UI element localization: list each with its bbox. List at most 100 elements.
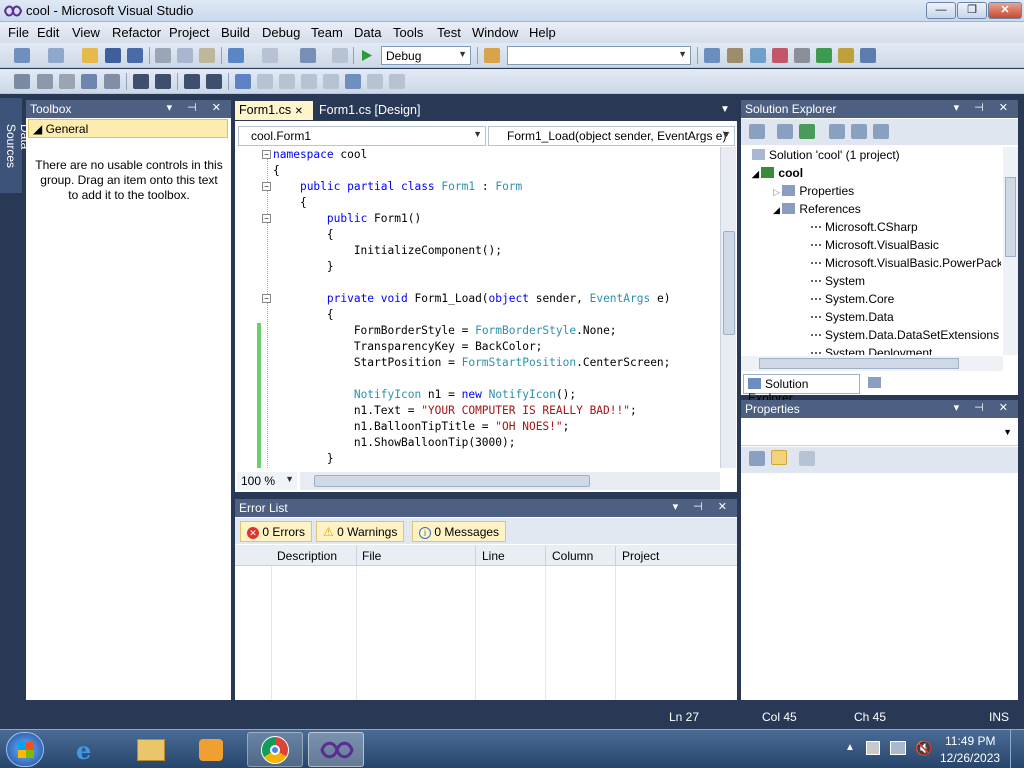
- tree-reference-item[interactable]: System: [811, 274, 865, 288]
- tree-reference-item[interactable]: System.Core: [811, 292, 894, 306]
- extension-manager-icon[interactable]: [838, 48, 854, 63]
- column-file[interactable]: File: [356, 546, 476, 566]
- tree-reference-item[interactable]: System.Deployment: [811, 346, 932, 355]
- zoom-combo[interactable]: 100 % ▼: [237, 472, 297, 490]
- object-browser-icon[interactable]: [750, 48, 766, 63]
- increase-indent-icon[interactable]: [155, 74, 171, 89]
- solution-explorer-hscroll[interactable]: [741, 356, 1003, 371]
- start-page-icon[interactable]: [816, 48, 832, 63]
- menu-view[interactable]: View: [72, 25, 100, 40]
- menu-help[interactable]: Help: [529, 25, 556, 40]
- properties-tool-icon[interactable]: [727, 48, 743, 63]
- taskbar-media-player-button[interactable]: [183, 732, 239, 767]
- taskbar-ie-button[interactable]: e: [62, 732, 118, 767]
- cut-icon[interactable]: [155, 48, 171, 63]
- errors-filter-button[interactable]: ✕ 0 Errors: [240, 521, 313, 542]
- property-pages-icon[interactable]: [799, 451, 815, 466]
- previous-bookmark-folder-icon[interactable]: [301, 74, 317, 89]
- action-center-icon[interactable]: [866, 741, 880, 755]
- redo-icon[interactable]: [262, 48, 278, 63]
- save-icon[interactable]: [105, 48, 121, 63]
- column-description[interactable]: Description: [271, 546, 357, 566]
- start-debugging-icon[interactable]: [361, 49, 373, 62]
- toolbar-options-icon[interactable]: [389, 74, 405, 89]
- members-list-icon[interactable]: [14, 74, 30, 89]
- messages-filter-button[interactable]: i 0 Messages: [412, 521, 507, 542]
- tab-solution-explorer[interactable]: Solution Explorer: [743, 374, 860, 405]
- menu-tools[interactable]: Tools: [393, 25, 423, 40]
- view-designer-icon[interactable]: [851, 124, 867, 139]
- tree-reference-item[interactable]: System.Data.DataSetExtensions: [811, 328, 999, 342]
- parameter-info-icon[interactable]: [37, 74, 53, 89]
- taskbar-chrome-button[interactable]: [247, 732, 303, 767]
- bookmark-window-icon[interactable]: [367, 74, 383, 89]
- tree-properties[interactable]: ▷ Properties: [773, 184, 854, 198]
- outline-collapse-icon[interactable]: −: [262, 294, 271, 303]
- data-sources-tab[interactable]: Data Sources: [0, 98, 32, 193]
- toolbox-header-buttons[interactable]: ▾ ⊣ ✕: [167, 101, 227, 114]
- column-column[interactable]: Column: [546, 546, 616, 566]
- menu-data[interactable]: Data: [354, 25, 381, 40]
- editor-horizontal-scrollbar[interactable]: [300, 472, 720, 490]
- outline-collapse-icon[interactable]: −: [262, 150, 271, 159]
- quick-info-icon[interactable]: [59, 74, 75, 89]
- solution-explorer-vscroll[interactable]: [1003, 147, 1018, 355]
- tree-reference-item[interactable]: Microsoft.VisualBasic: [811, 238, 939, 252]
- clear-bookmarks-icon[interactable]: [345, 74, 361, 89]
- properties-object-combo[interactable]: ▼: [741, 420, 1018, 446]
- taskbar-explorer-button[interactable]: [123, 732, 179, 767]
- tools-icon[interactable]: [794, 48, 810, 63]
- navigate-forward-icon[interactable]: [332, 48, 348, 63]
- menu-file[interactable]: File: [8, 25, 29, 40]
- uncomment-lines-icon[interactable]: [206, 74, 222, 89]
- find-combo[interactable]: ▼: [507, 46, 691, 65]
- properties-header-buttons[interactable]: ▾ ⊣ ✕: [954, 401, 1014, 414]
- toolbox-tool-icon[interactable]: [772, 48, 788, 63]
- solution-explorer-tool-icon[interactable]: [704, 48, 720, 63]
- tree-reference-item[interactable]: System.Data: [811, 310, 894, 324]
- tab-form1-cs[interactable]: Form1.cs ✕: [235, 101, 313, 120]
- toolbox-group-general[interactable]: ◢ General: [28, 119, 228, 138]
- save-all-icon[interactable]: [127, 48, 143, 63]
- menu-debug[interactable]: Debug: [262, 25, 300, 40]
- network-icon[interactable]: [890, 741, 906, 755]
- toggle-bookmark-icon[interactable]: [235, 74, 251, 89]
- outline-collapse-icon[interactable]: −: [262, 182, 271, 191]
- add-item-icon[interactable]: [48, 48, 64, 63]
- menu-team[interactable]: Team: [311, 25, 343, 40]
- menu-project[interactable]: Project: [169, 25, 209, 40]
- menu-window[interactable]: Window: [472, 25, 518, 40]
- next-bookmark-folder-icon[interactable]: [323, 74, 339, 89]
- column-project[interactable]: Project: [616, 546, 736, 566]
- view-class-diagram-icon[interactable]: [873, 124, 889, 139]
- new-project-icon[interactable]: [14, 48, 30, 63]
- tab-form1-design[interactable]: Form1.cs [Design]: [315, 101, 424, 120]
- menu-edit[interactable]: Edit: [37, 25, 59, 40]
- command-window-icon[interactable]: [860, 48, 876, 63]
- tree-reference-item[interactable]: Microsoft.VisualBasic.PowerPacks: [811, 256, 1001, 270]
- tab-team-explorer[interactable]: Team Explorer: [864, 374, 974, 394]
- show-hidden-icons-icon[interactable]: ▲: [845, 742, 855, 753]
- next-bookmark-icon[interactable]: [279, 74, 295, 89]
- menu-build[interactable]: Build: [221, 25, 250, 40]
- minimize-button[interactable]: —: [926, 2, 956, 19]
- error-list-header-buttons[interactable]: ▾ ⊣ ✕: [673, 500, 733, 513]
- editor-vertical-scrollbar[interactable]: [720, 147, 736, 468]
- clock-date[interactable]: 12/26/2023: [940, 751, 1000, 765]
- decrease-indent-icon[interactable]: [133, 74, 149, 89]
- clock-time[interactable]: 11:49 PM: [945, 734, 995, 748]
- paste-icon[interactable]: [199, 48, 215, 63]
- warnings-filter-button[interactable]: ⚠ 0 Warnings: [316, 521, 405, 542]
- start-button[interactable]: [6, 732, 44, 767]
- find-in-files-icon[interactable]: [484, 48, 500, 63]
- code-text-area[interactable]: namespace cool { public partial class Fo…: [237, 147, 720, 468]
- close-tab-icon[interactable]: ✕: [295, 106, 303, 117]
- complete-word-icon[interactable]: [81, 74, 97, 89]
- column-line[interactable]: Line: [476, 546, 546, 566]
- alphabetical-icon[interactable]: [771, 450, 787, 465]
- tree-project[interactable]: ◢ cool: [752, 166, 803, 180]
- copy-icon[interactable]: [177, 48, 193, 63]
- comment-lines-icon[interactable]: [184, 74, 200, 89]
- title-bar[interactable]: cool - Microsoft Visual Studio — ❐ ✕: [0, 0, 1024, 22]
- previous-bookmark-icon[interactable]: [257, 74, 273, 89]
